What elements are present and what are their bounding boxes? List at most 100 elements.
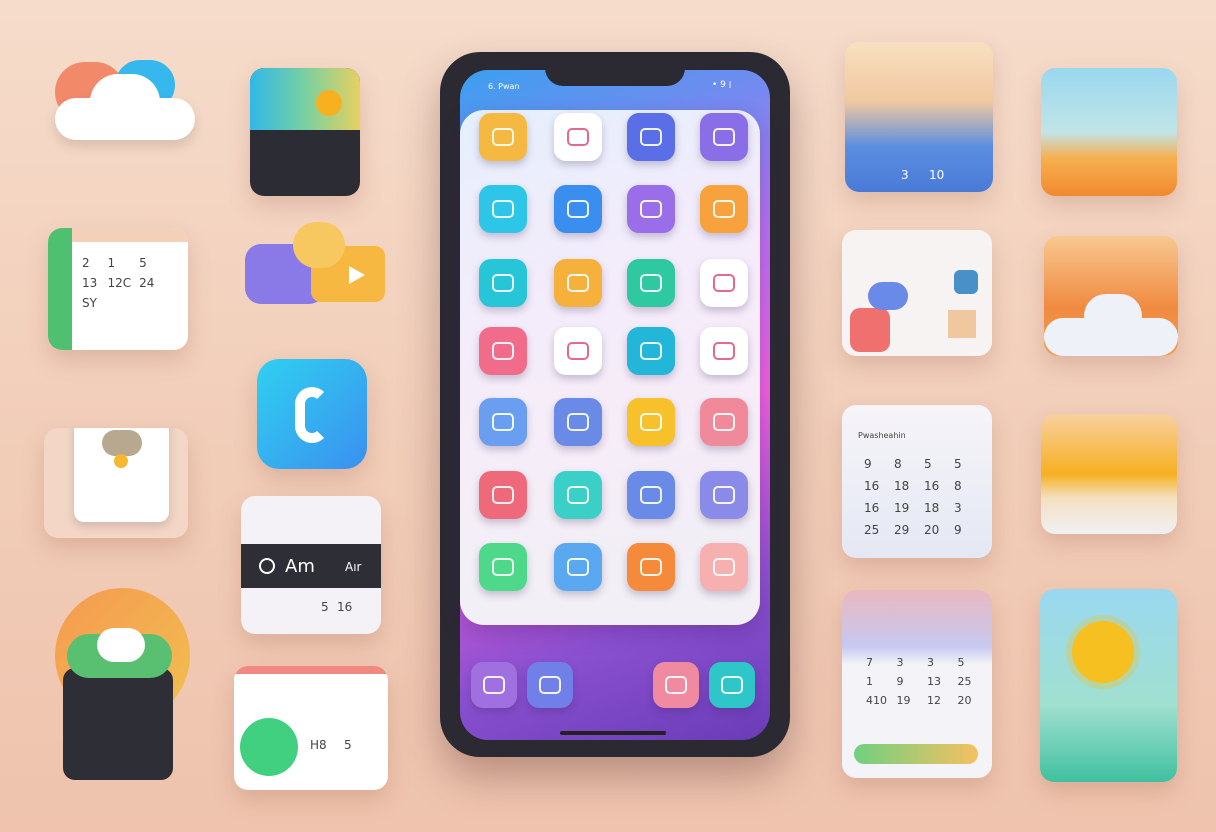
calendar-day[interactable]: 18 — [924, 501, 944, 515]
music-widget[interactable]: Am Aır 5 16 — [241, 496, 381, 634]
calendar-day[interactable]: 16 — [864, 501, 884, 515]
dock-app-icon[interactable] — [471, 662, 517, 708]
app-icon[interactable] — [479, 471, 527, 519]
app-icon[interactable] — [479, 327, 527, 375]
calendar-day[interactable]: 8 — [894, 457, 914, 471]
play-button[interactable] — [259, 558, 275, 574]
app-icon[interactable] — [554, 398, 602, 446]
sun-icon — [316, 90, 342, 116]
calendar-day[interactable]: 3 — [897, 656, 920, 669]
calendar-day[interactable]: 1 — [866, 675, 889, 688]
calendar-day[interactable]: 5 — [954, 457, 974, 471]
calendar-day[interactable]: 20 — [958, 694, 981, 707]
app-icon[interactable] — [554, 327, 602, 375]
dock-app-icon[interactable] — [709, 662, 755, 708]
app-glyph-icon — [567, 274, 589, 292]
app-icon[interactable] — [627, 259, 675, 307]
calendar-day[interactable]: 9 — [864, 457, 884, 471]
landscape-weather-widget[interactable]: 3 10 — [845, 42, 993, 192]
chat-widget[interactable] — [842, 230, 992, 356]
app-icon[interactable] — [700, 185, 748, 233]
calendar-day[interactable]: 19 — [894, 501, 914, 515]
app-icon[interactable] — [479, 259, 527, 307]
app-icon[interactable] — [479, 185, 527, 233]
calendar-widget[interactable]: Pwasheahin 9 8 5 5 16 18 16 8 16 19 18 3 25 29 20 9 — [842, 405, 992, 558]
cal-cell: 12C — [107, 276, 132, 290]
sunrise-widget[interactable] — [1041, 414, 1177, 534]
calendar-day[interactable]: 29 — [894, 523, 914, 537]
music-label: Aır — [345, 560, 362, 574]
cloud-weather-widget[interactable] — [1044, 236, 1178, 356]
app-glyph-icon — [539, 676, 561, 694]
dock-app-icon[interactable] — [527, 662, 573, 708]
status-text: 6. Pwan — [488, 82, 520, 91]
app-glyph-icon — [492, 413, 514, 431]
calendar-day[interactable]: 8 — [954, 479, 974, 493]
number: 5 — [321, 600, 329, 614]
app-icon[interactable] — [700, 398, 748, 446]
calendar-day[interactable]: 25 — [958, 675, 981, 688]
app-icon[interactable] — [700, 543, 748, 591]
month-calendar-widget[interactable]: 7 3 3 5 1 9 13 25 410 19 12 20 — [842, 590, 992, 778]
cloud-sun-icon — [102, 430, 142, 456]
calendar-day[interactable]: 16 — [924, 479, 944, 493]
dock-app-icon[interactable] — [653, 662, 699, 708]
calendar-day[interactable]: 9 — [897, 675, 920, 688]
sunny-widget[interactable] — [1040, 589, 1177, 782]
cal-cell: 1 — [107, 256, 116, 270]
sunset-widget[interactable] — [1041, 68, 1177, 196]
app-icon[interactable] — [627, 543, 675, 591]
small-weather-widget[interactable] — [250, 68, 360, 196]
app-icon[interactable] — [554, 471, 602, 519]
app-icon[interactable] — [554, 543, 602, 591]
app-glyph-icon — [713, 558, 735, 576]
cal-cell: 5 — [139, 256, 147, 270]
calendar-day[interactable]: 5 — [958, 656, 981, 669]
app-icon[interactable] — [627, 113, 675, 161]
app-glyph-icon — [713, 342, 735, 360]
app-icon[interactable] — [627, 185, 675, 233]
calendar-day[interactable]: 12 — [927, 694, 950, 707]
app-icon[interactable] — [627, 471, 675, 519]
calendar-day[interactable]: 13 — [927, 675, 950, 688]
app-icon[interactable] — [700, 259, 748, 307]
app-glyph-icon — [567, 200, 589, 218]
app-glyph-icon — [567, 413, 589, 431]
app-glyph-icon — [640, 128, 662, 146]
fitness-widget[interactable]: H8 5 — [234, 666, 388, 790]
app-icon[interactable] — [479, 543, 527, 591]
dark-weather-widget[interactable] — [55, 588, 190, 783]
calendar-day[interactable]: 25 — [864, 523, 884, 537]
cal-cell: SY — [82, 296, 97, 310]
calendar-day[interactable]: 410 — [866, 694, 889, 707]
calendar-day[interactable]: 18 — [894, 479, 914, 493]
home-indicator[interactable] — [560, 731, 666, 735]
weather-note-widget[interactable] — [44, 428, 188, 538]
app-glyph-icon — [492, 128, 514, 146]
calendar-day[interactable]: 3 — [927, 656, 950, 669]
calendar-day[interactable]: 7 — [866, 656, 889, 669]
app-icon[interactable] — [700, 471, 748, 519]
phone-app-icon[interactable] — [257, 359, 367, 469]
video-player-widget[interactable] — [245, 222, 385, 312]
left-calendar-widget[interactable]: 2 1 5 13 12C 24 SY — [48, 228, 188, 350]
app-glyph-icon — [567, 558, 589, 576]
app-icon[interactable] — [700, 327, 748, 375]
calendar-day[interactable]: 16 — [864, 479, 884, 493]
app-icon[interactable] — [479, 113, 527, 161]
app-icon[interactable] — [627, 398, 675, 446]
calendar-day[interactable]: 3 — [954, 501, 974, 515]
app-icon[interactable] — [554, 113, 602, 161]
app-icon[interactable] — [479, 398, 527, 446]
app-glyph-icon — [640, 274, 662, 292]
calendar-day[interactable]: 5 — [924, 457, 944, 471]
app-icon[interactable] — [627, 327, 675, 375]
calendar-day[interactable]: 9 — [954, 523, 974, 537]
app-glyph-icon — [492, 274, 514, 292]
calendar-day[interactable]: 20 — [924, 523, 944, 537]
calendar-day[interactable]: 19 — [897, 694, 920, 707]
app-icon[interactable] — [700, 113, 748, 161]
app-icon[interactable] — [554, 185, 602, 233]
app-glyph-icon — [567, 342, 589, 360]
app-icon[interactable] — [554, 259, 602, 307]
